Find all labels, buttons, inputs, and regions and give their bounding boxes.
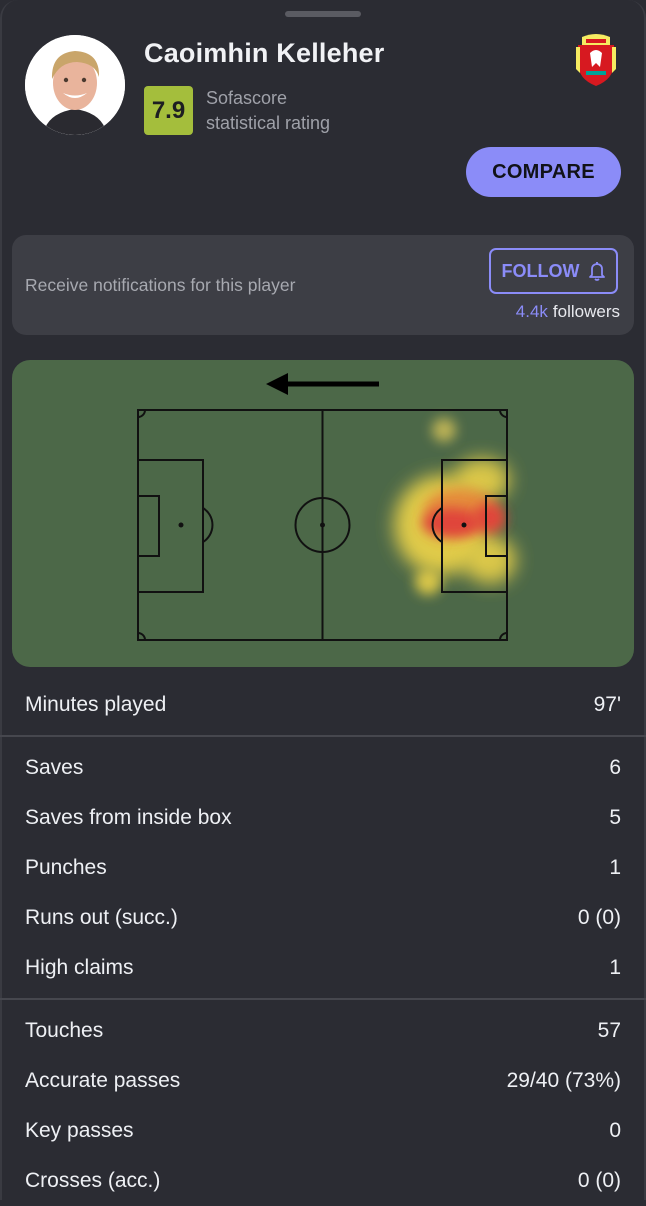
followers-count: 4.4k followers <box>516 302 620 322</box>
stat-row-key-passes: Key passes 0 <box>0 1106 646 1156</box>
stat-row-saves-inside-box: Saves from inside box 5 <box>0 793 646 843</box>
stat-row-minutes-played: Minutes played 97' <box>0 680 646 730</box>
divider <box>0 998 646 1000</box>
stat-label: Runs out (succ.) <box>25 906 178 929</box>
stat-value: 0 <box>609 1119 621 1142</box>
stat-value: 6 <box>609 756 621 779</box>
stat-value: 0 (0) <box>577 1169 621 1192</box>
followers-label: followers <box>552 302 620 321</box>
arrow-left-icon <box>266 373 379 395</box>
stat-label: Key passes <box>25 1119 134 1142</box>
stats-list: Minutes played 97' Saves 6 Saves from in… <box>0 680 646 1206</box>
stat-row-crosses: Crosses (acc.) 0 (0) <box>0 1156 646 1206</box>
divider <box>0 735 646 737</box>
stat-label: Minutes played <box>25 693 167 716</box>
player-photo <box>25 35 125 135</box>
follow-button[interactable]: FOLLOW <box>489 248 618 294</box>
compare-button[interactable]: COMPARE <box>466 147 621 197</box>
stat-label: Crosses (acc.) <box>25 1169 161 1192</box>
drag-handle[interactable] <box>285 11 361 17</box>
follow-label: FOLLOW <box>501 260 580 281</box>
followers-number: 4.4k <box>515 302 548 321</box>
stat-row-punches: Punches 1 <box>0 843 646 893</box>
stat-label: High claims <box>25 956 134 979</box>
stat-value: 5 <box>609 806 621 829</box>
stat-row-saves: Saves 6 <box>0 743 646 793</box>
stat-row-touches: Touches 57 <box>0 1006 646 1056</box>
liverpool-crest-icon[interactable] <box>572 33 620 88</box>
notifications-card: Receive notifications for this player FO… <box>12 235 634 335</box>
stat-value: 57 <box>597 1019 621 1042</box>
rating-label-line2: statistical rating <box>206 113 331 133</box>
player-avatar <box>25 35 125 135</box>
stat-value: 0 (0) <box>577 906 621 929</box>
stat-label: Accurate passes <box>25 1069 181 1092</box>
stat-row-runs-out: Runs out (succ.) 0 (0) <box>0 893 646 943</box>
rating-badge: 7.9 <box>144 86 193 135</box>
stat-value: 29/40 (73%) <box>506 1069 621 1092</box>
stat-label: Touches <box>25 1019 104 1042</box>
stat-value: 1 <box>609 956 621 979</box>
stat-label: Saves <box>25 756 84 779</box>
heat-zones <box>394 418 516 595</box>
rating-label: Sofascore statistical rating <box>206 86 406 136</box>
rating-label-line1: Sofascore <box>206 88 288 108</box>
player-name: Caoimhin Kelleher <box>144 38 385 68</box>
stat-value: 1 <box>609 856 621 879</box>
stat-value: 97' <box>593 693 621 716</box>
stat-row-high-claims: High claims 1 <box>0 943 646 993</box>
bell-icon <box>589 262 606 281</box>
stat-row-accurate-passes: Accurate passes 29/40 (73%) <box>0 1056 646 1106</box>
stat-label: Punches <box>25 856 107 879</box>
stat-label: Saves from inside box <box>25 806 232 829</box>
player-heatmap[interactable] <box>12 360 634 667</box>
notifications-text: Receive notifications for this player <box>25 275 296 295</box>
